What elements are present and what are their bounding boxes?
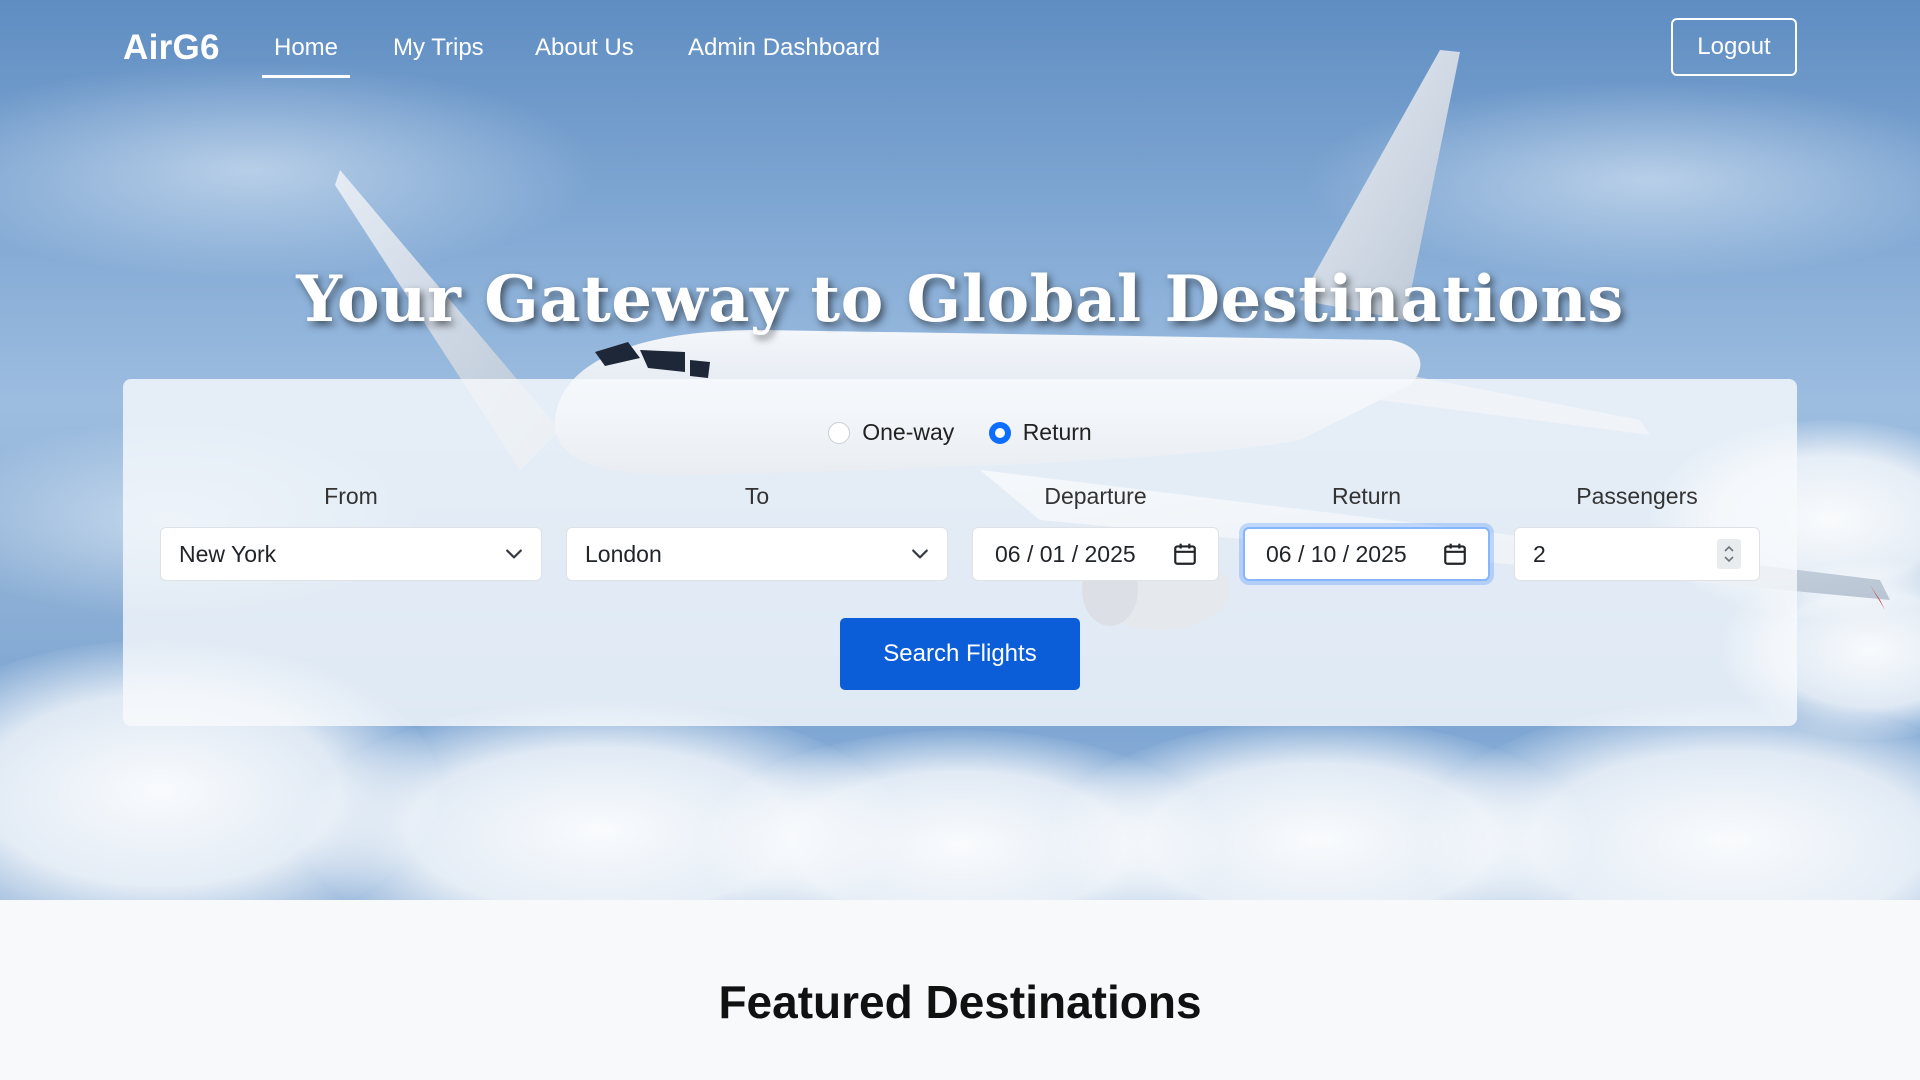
nav-link-about-us[interactable]: About Us	[535, 34, 634, 62]
chevron-down-icon	[912, 549, 928, 559]
return-label: Return	[1022, 419, 1092, 445]
from-value: New York	[179, 540, 277, 567]
chevron-up-icon[interactable]	[1723, 544, 1735, 554]
search-flights-button[interactable]: Search Flights	[840, 618, 1080, 690]
departure-value: 06 / 01 / 2025	[995, 540, 1136, 567]
one-way-label: One-way	[862, 419, 955, 445]
from-label: From	[324, 483, 378, 509]
number-spinner[interactable]	[1717, 539, 1741, 569]
calendar-icon[interactable]	[1172, 541, 1198, 567]
calendar-icon[interactable]	[1442, 541, 1468, 567]
passengers-label: Passengers	[1576, 483, 1698, 509]
from-select[interactable]: New York	[160, 527, 542, 581]
flight-search-card: One-way Return From To Departure Return …	[123, 379, 1797, 726]
chevron-down-icon[interactable]	[1723, 554, 1735, 564]
to-label: To	[744, 483, 770, 509]
return-date-label: Return	[1331, 483, 1402, 509]
trip-type-one-way[interactable]: One-way	[828, 419, 954, 446]
nav-link-admin-dashboard[interactable]: Admin Dashboard	[688, 34, 880, 62]
return-date-input[interactable]: 06 / 10 / 2025	[1243, 527, 1490, 581]
nav-link-my-trips[interactable]: My Trips	[393, 34, 484, 62]
featured-destinations-heading: Featured Destinations	[718, 976, 1202, 1028]
hero-title: Your Gateway to Global Destinations	[296, 262, 1624, 337]
to-value: London	[585, 540, 662, 567]
logout-button[interactable]: Logout	[1671, 18, 1797, 76]
one-way-radio[interactable]	[828, 421, 851, 444]
chevron-down-icon	[506, 549, 522, 559]
top-navbar: AirG6 Home My Trips About Us Admin Dashb…	[0, 0, 1920, 96]
brand-logo[interactable]: AirG6	[123, 28, 220, 68]
return-radio[interactable]	[988, 421, 1011, 444]
passengers-input[interactable]: 2	[1514, 527, 1760, 581]
departure-label: Departure	[1044, 483, 1147, 509]
departure-date-input[interactable]: 06 / 01 / 2025	[972, 527, 1219, 581]
trip-type-group: One-way Return	[123, 419, 1797, 450]
passengers-value: 2	[1533, 540, 1546, 567]
to-select[interactable]: London	[566, 527, 948, 581]
return-value: 06 / 10 / 2025	[1266, 540, 1407, 567]
trip-type-return[interactable]: Return	[988, 419, 1092, 446]
nav-link-home[interactable]: Home	[261, 34, 351, 78]
